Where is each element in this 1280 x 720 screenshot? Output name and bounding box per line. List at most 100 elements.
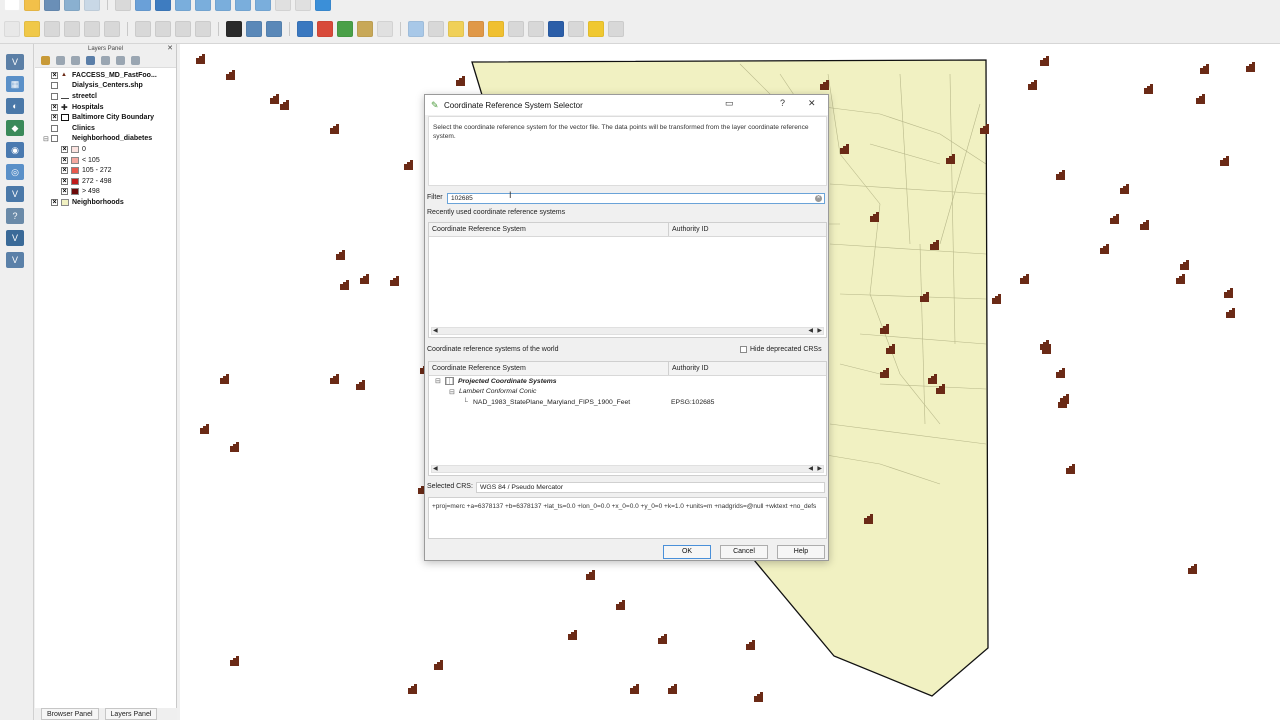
world-crs-table[interactable]: Coordinate Reference System Authority ID… (428, 361, 827, 476)
zoom-in-icon[interactable] (175, 0, 191, 11)
col-header-authority[interactable]: Authority ID (669, 223, 826, 236)
tree-collapse-icon[interactable]: ⊟ (449, 388, 459, 396)
recent-crs-table[interactable]: Coordinate Reference System Authority ID… (428, 222, 827, 338)
plugin-v-icon[interactable] (377, 21, 393, 37)
refresh-icon[interactable] (315, 0, 331, 11)
layer-item[interactable]: Clinics (39, 123, 176, 134)
crs-tree-row[interactable]: ⊟ Projected Coordinate Systems (429, 376, 826, 387)
layer-visibility-checkbox[interactable]: × (51, 114, 58, 122)
touch-pan-icon[interactable] (135, 0, 151, 11)
filter-legend-icon[interactable] (86, 56, 95, 65)
zoom-out-icon[interactable] (195, 0, 211, 11)
layer-visibility-checkbox[interactable]: × (51, 198, 58, 206)
tab-layers-panel[interactable]: Layers Panel (104, 708, 158, 720)
add-feature-icon[interactable] (64, 21, 80, 37)
tree-collapse-icon[interactable]: ⊟ (435, 377, 445, 385)
attribute-table-icon[interactable] (508, 21, 524, 37)
scroll-left-icon-world[interactable]: ◀ (433, 465, 438, 472)
zoom-selection-icon[interactable] (255, 0, 271, 11)
close-icon[interactable]: ✕ (808, 98, 816, 109)
layer-item[interactable]: × 272 - 498 (39, 176, 176, 187)
zoom-layer-icon[interactable] (235, 0, 251, 11)
tab-browser-panel[interactable]: Browser Panel (41, 708, 99, 720)
move-feature-icon[interactable] (84, 21, 100, 37)
clear-filter-icon[interactable]: × (815, 195, 822, 202)
map-tips-icon[interactable] (588, 21, 604, 37)
layer-visibility-checkbox[interactable]: × (51, 71, 58, 79)
add-spatialite-layer-icon[interactable]: ◆ (6, 120, 24, 136)
layer-visibility-checkbox[interactable]: × (61, 177, 68, 185)
filter-input[interactable]: 102685 × (447, 193, 825, 204)
layer-visibility-checkbox[interactable] (51, 82, 58, 90)
new-project-icon[interactable] (4, 0, 20, 11)
search-icon[interactable] (428, 21, 444, 37)
crs-tree-row[interactable]: └ NAD_1983_StatePlane_Maryland_FIPS_1900_… (429, 397, 826, 408)
scroll-right-icon-world[interactable]: ▶ (817, 465, 822, 472)
recent-table-scrollbar[interactable]: ◀ ◀ ▶ (431, 327, 824, 335)
save-project-icon[interactable] (44, 0, 60, 11)
layer-visibility-checkbox[interactable] (51, 92, 58, 100)
measure-icon[interactable] (568, 21, 584, 37)
globe-settings-icon[interactable] (266, 21, 282, 37)
add-wms-layer-icon[interactable]: ◉ (6, 142, 24, 158)
statistics-sum-icon[interactable] (548, 21, 564, 37)
label-tool-icon[interactable] (226, 21, 242, 37)
layer-visibility-checkbox[interactable]: × (61, 167, 68, 175)
copy-features-icon[interactable] (175, 21, 191, 37)
add-postgis-layer-icon[interactable]: ◐ (6, 98, 24, 114)
hide-deprecated-checkbox[interactable] (740, 346, 747, 353)
globe-icon[interactable] (246, 21, 262, 37)
python-console-icon[interactable] (297, 21, 313, 37)
add-vector-layer-icon[interactable]: V (6, 54, 24, 70)
layer-item[interactable]: × ✚ Hospitals (39, 102, 176, 113)
layer-visibility-checkbox[interactable] (51, 135, 58, 143)
collapse-all-icon[interactable] (131, 56, 140, 65)
scroll-right-icon[interactable]: ▶ (817, 327, 822, 334)
deselect-icon[interactable] (488, 21, 504, 37)
plugin-pie-icon[interactable] (317, 21, 333, 37)
add-wcs-layer-icon[interactable]: ◎ (6, 164, 24, 180)
cancel-button[interactable]: Cancel (720, 545, 768, 559)
plugin-leaf-icon[interactable] (337, 21, 353, 37)
scroll-left-icon[interactable]: ◀ (433, 327, 438, 334)
scroll-left-icon-2[interactable]: ◀ (808, 327, 813, 334)
styling-icon[interactable] (41, 56, 50, 65)
field-calculator-icon[interactable] (528, 21, 544, 37)
layer-visibility-checkbox[interactable]: × (61, 145, 68, 153)
add-virtual-layer-icon[interactable]: V (6, 230, 24, 246)
pan-to-selection-icon[interactable] (155, 0, 171, 11)
delete-selected-icon[interactable] (135, 21, 151, 37)
layer-visibility-checkbox[interactable]: × (61, 156, 68, 164)
pan-icon[interactable] (115, 0, 131, 11)
select-features-icon[interactable] (448, 21, 464, 37)
add-delimited-text-icon[interactable]: ? (6, 208, 24, 224)
zoom-full-icon[interactable] (215, 0, 231, 11)
node-tool-icon[interactable] (104, 21, 120, 37)
layer-item[interactable]: ⊟ Neighborhood_diabetes (39, 134, 176, 145)
add-group-icon[interactable] (56, 56, 65, 65)
layer-item[interactable]: Dialysis_Centers.shp (39, 81, 176, 92)
layer-item[interactable]: × < 105 (39, 155, 176, 166)
layer-item[interactable]: × > 498 (39, 187, 176, 198)
filter-expression-icon[interactable] (101, 56, 110, 65)
expand-arrow-icon[interactable]: ⊟ (43, 135, 50, 143)
print-layout-icon[interactable] (84, 0, 100, 11)
zoom-next-icon[interactable] (295, 0, 311, 11)
restore-icon[interactable]: ▭ (725, 98, 734, 109)
ok-button[interactable]: OK (663, 545, 711, 559)
layer-item[interactable]: × Neighborhoods (39, 197, 176, 208)
paste-features-icon[interactable] (195, 21, 211, 37)
layer-item[interactable]: × 0 (39, 144, 176, 155)
save-edits-icon[interactable] (44, 21, 60, 37)
layer-item[interactable]: streetcl (39, 91, 176, 102)
help-question-icon[interactable]: ? (780, 98, 785, 108)
panel-close-icon[interactable]: ✕ (167, 44, 173, 54)
select-by-value-icon[interactable] (468, 21, 484, 37)
plugin-box-icon[interactable] (357, 21, 373, 37)
add-raster-layer-icon[interactable]: ▦ (6, 76, 24, 92)
layer-item[interactable]: × 105 - 272 (39, 165, 176, 176)
layer-item[interactable]: × ▲ FACCESS_MD_FastFoo... (39, 70, 176, 81)
scroll-left-icon-world-2[interactable]: ◀ (808, 465, 813, 472)
edit-pencil-icon[interactable] (4, 21, 20, 37)
open-project-icon[interactable] (24, 0, 40, 11)
